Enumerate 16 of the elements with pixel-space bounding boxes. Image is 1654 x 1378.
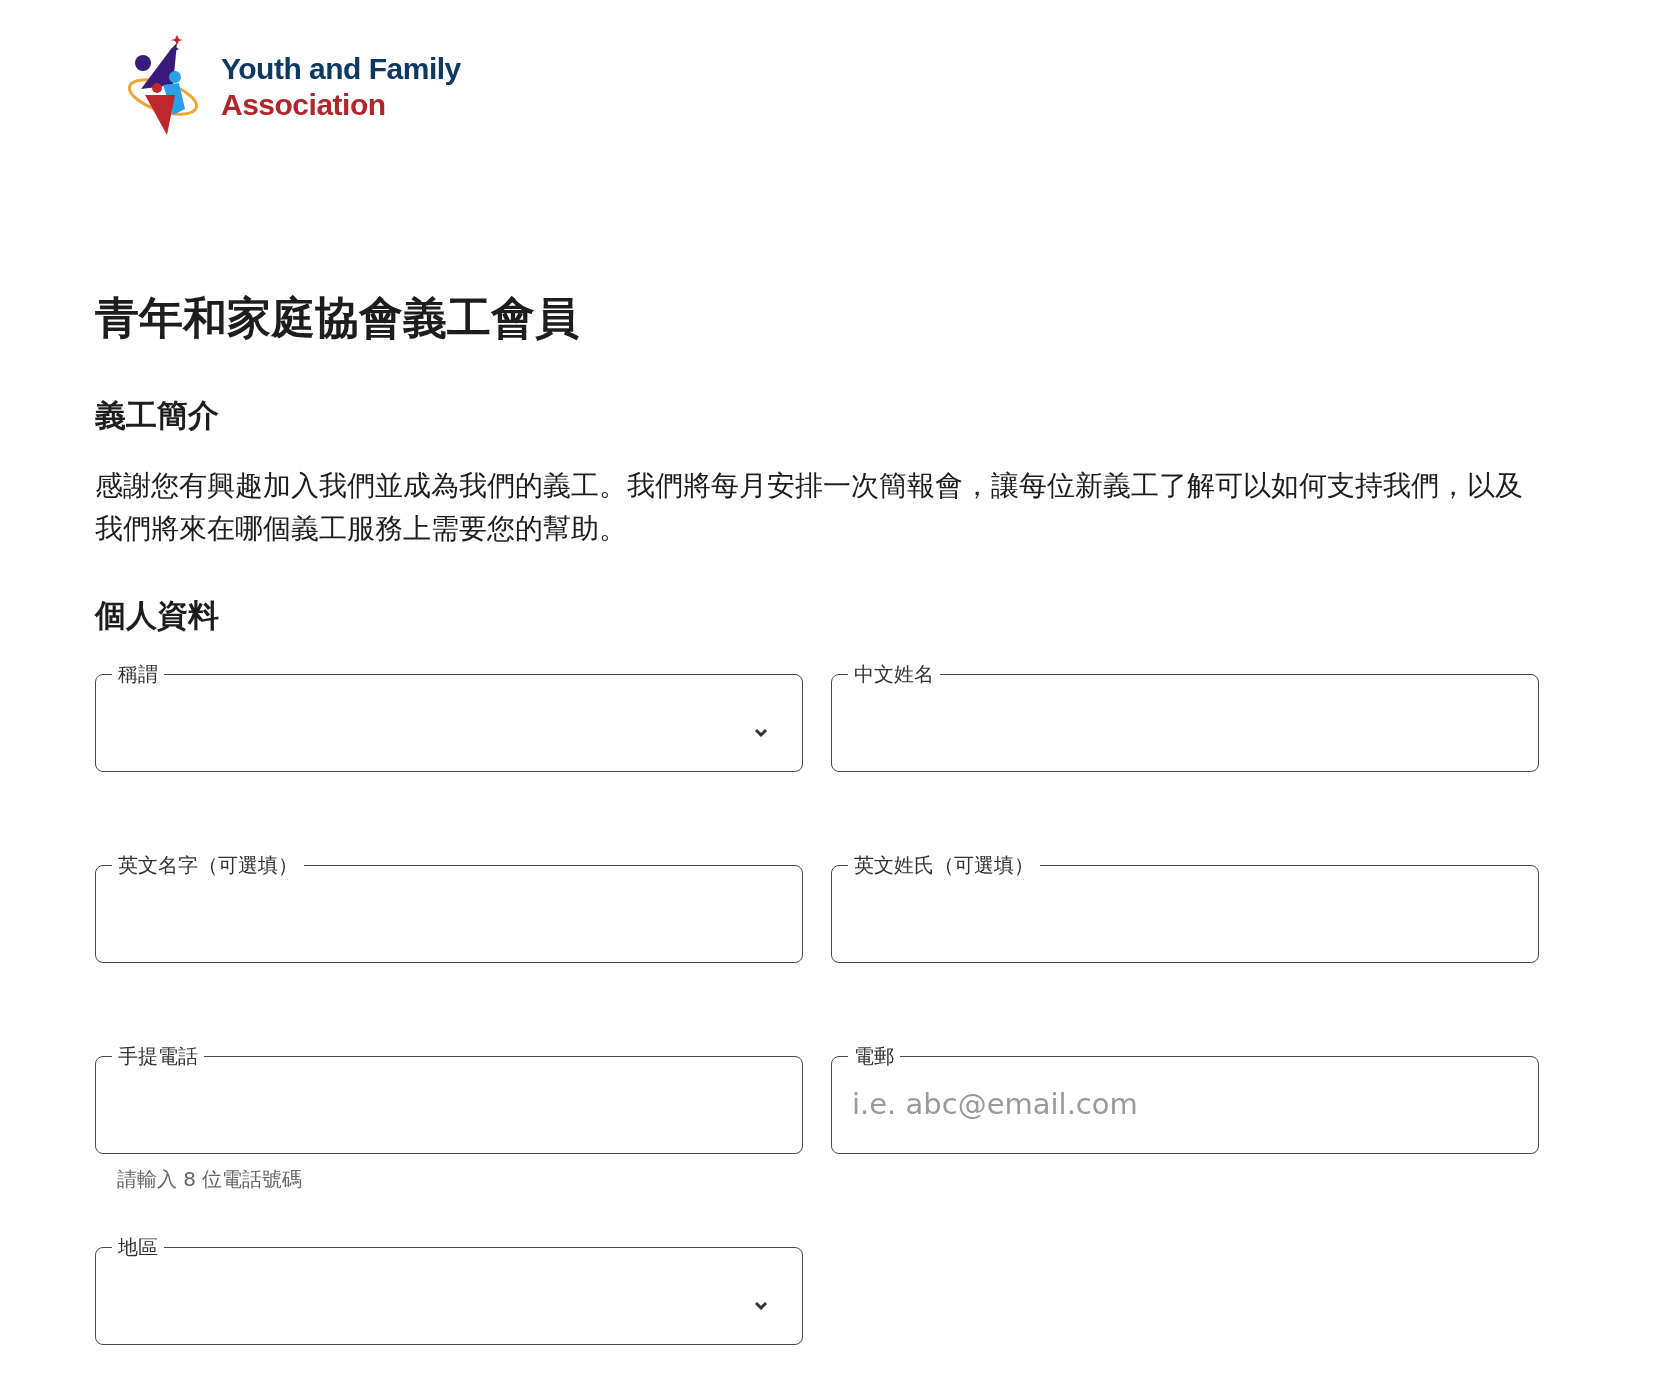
page-title: 青年和家庭協會義工會員: [95, 292, 580, 345]
select-field[interactable]: 地區: [95, 1237, 803, 1346]
select-field[interactable]: 稱謂: [95, 664, 803, 773]
input-field[interactable]: 英文姓氏（可選填）: [831, 855, 1539, 964]
chevron-down-icon: [754, 728, 768, 739]
section-heading: 義工簡介: [95, 396, 220, 434]
logo-text: Association: [221, 87, 387, 123]
input-field[interactable]: 電郵 i.e. abc@email.com: [831, 1046, 1539, 1155]
intro-text: 感謝您有興趣加入我們並成為我們的義工。我們將每月安排一次簡報會，讓每位新義工了解可以如何支持我們，以及我們將來在哪個義工服務上需要您的幫助。: [95, 468, 1524, 546]
chevron-down-icon: [754, 1301, 768, 1312]
input-field[interactable]: 中文姓名: [831, 664, 1539, 773]
input-field[interactable]: 英文名字（可選填）: [95, 855, 803, 964]
logo-text: Youth and Family: [221, 51, 461, 87]
section-heading: 個人資料: [95, 597, 220, 635]
hint-text: 請輸入 8 位電話號碼: [117, 1166, 304, 1194]
input-field[interactable]: 手提電話: [95, 1046, 803, 1155]
